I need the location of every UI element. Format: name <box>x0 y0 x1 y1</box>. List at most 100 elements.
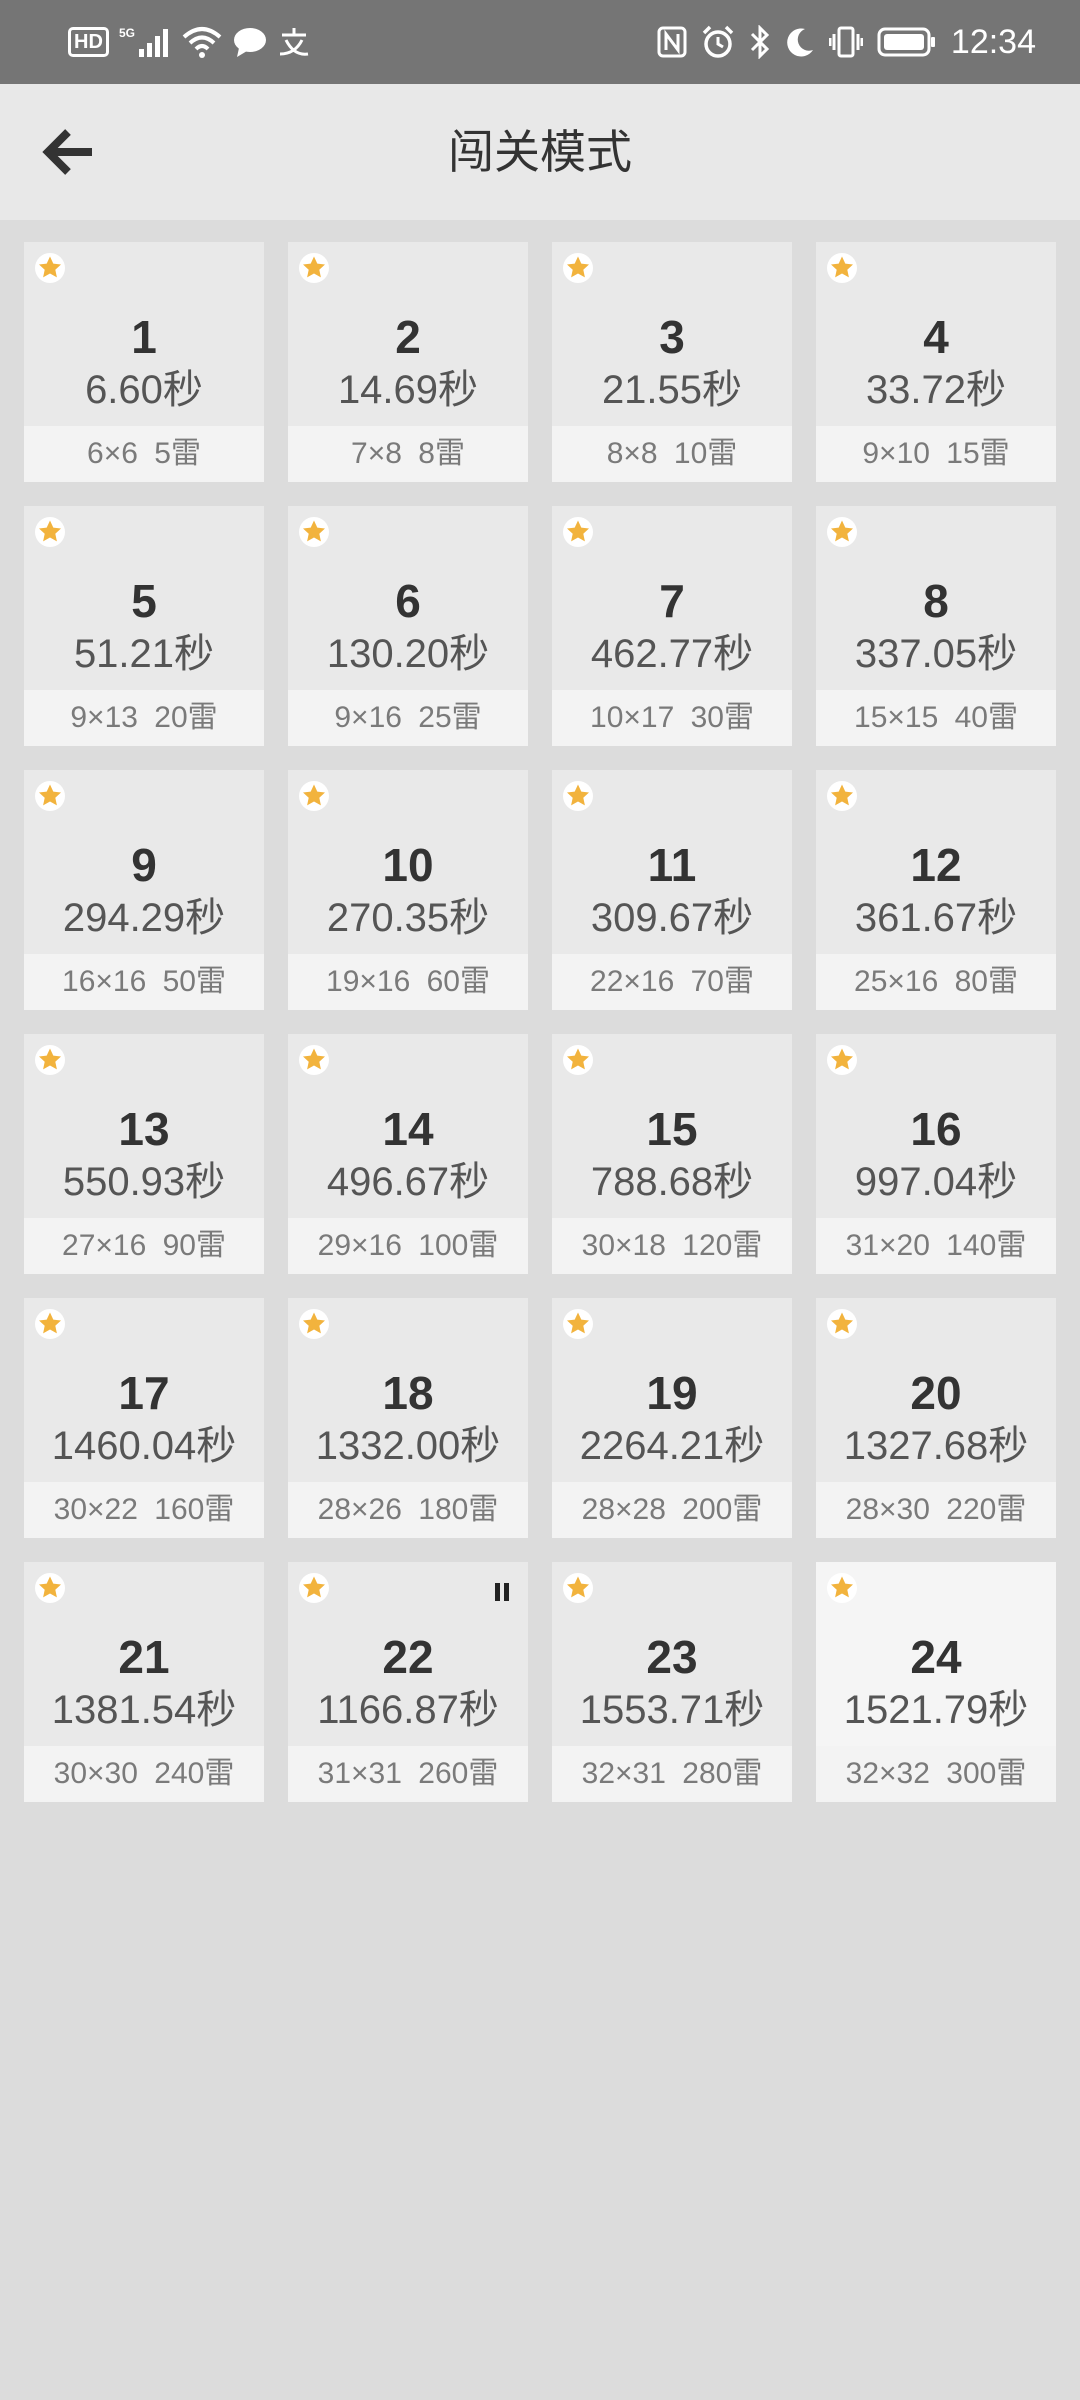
level-number: 19 <box>646 1367 698 1419</box>
level-card-19[interactable]: 19 2264.21秒 28×28 200雷 <box>552 1298 792 1538</box>
level-best-time: 1521.79秒 <box>843 1688 1029 1732</box>
level-best-time: 130.20秒 <box>326 632 490 676</box>
level-number: 21 <box>118 1631 170 1683</box>
level-number: 12 <box>910 839 962 891</box>
level-card-16[interactable]: 16 997.04秒 31×20 140雷 <box>816 1034 1056 1274</box>
level-best-time: 6.60秒 <box>85 368 203 412</box>
level-board-info: 16×16 50雷 <box>24 954 264 1010</box>
level-best-time: 2264.21秒 <box>579 1424 765 1468</box>
star-icon <box>563 517 593 547</box>
level-card-5[interactable]: 5 51.21秒 9×13 20雷 <box>24 506 264 746</box>
level-number: 10 <box>382 839 434 891</box>
star-icon <box>563 1045 593 1075</box>
level-board-info: 8×8 10雷 <box>552 426 792 482</box>
level-best-time: 270.35秒 <box>326 896 490 940</box>
level-card-17[interactable]: 17 1460.04秒 30×22 160雷 <box>24 1298 264 1538</box>
level-number: 3 <box>659 311 685 363</box>
star-icon <box>563 253 593 283</box>
star-icon <box>299 1309 329 1339</box>
level-best-time: 1553.71秒 <box>579 1688 765 1732</box>
signal-icon: 5G <box>119 25 171 59</box>
level-board-info: 10×17 30雷 <box>552 690 792 746</box>
star-icon <box>35 253 65 283</box>
star-icon <box>827 253 857 283</box>
level-card-12[interactable]: 12 361.67秒 25×16 80雷 <box>816 770 1056 1010</box>
level-board-info: 9×13 20雷 <box>24 690 264 746</box>
star-icon <box>35 1309 65 1339</box>
level-card-14[interactable]: 14 496.67秒 29×16 100雷 <box>288 1034 528 1274</box>
level-card-7[interactable]: 7 462.77秒 10×17 30雷 <box>552 506 792 746</box>
level-best-time: 309.67秒 <box>590 896 754 940</box>
level-number: 17 <box>118 1367 170 1419</box>
star-icon <box>563 1573 593 1603</box>
level-number: 5 <box>131 575 157 627</box>
level-number: 2 <box>395 311 421 363</box>
level-grid: 1 6.60秒 6×6 5雷 2 14.69秒 7×8 8雷 3 21.55秒 8×8 10雷 4… <box>24 242 1056 1802</box>
level-best-time: 1381.54秒 <box>51 1688 237 1732</box>
level-card-2[interactable]: 2 14.69秒 7×8 8雷 <box>288 242 528 482</box>
level-card-23[interactable]: 23 1553.71秒 32×31 280雷 <box>552 1562 792 1802</box>
star-icon <box>35 1045 65 1075</box>
level-board-info: 6×6 5雷 <box>24 426 264 482</box>
star-icon <box>827 1309 857 1339</box>
level-card-9[interactable]: 9 294.29秒 16×16 50雷 <box>24 770 264 1010</box>
level-board-info: 9×16 25雷 <box>288 690 528 746</box>
level-board-info: 28×30 220雷 <box>816 1482 1056 1538</box>
level-board-info: 9×10 15雷 <box>816 426 1056 482</box>
nfc-icon <box>657 26 687 58</box>
level-number: 1 <box>131 311 157 363</box>
level-best-time: 21.55秒 <box>601 368 743 412</box>
arrow-left-icon <box>42 129 92 175</box>
star-icon <box>299 1573 329 1603</box>
level-board-info: 19×16 60雷 <box>288 954 528 1010</box>
star-icon <box>35 517 65 547</box>
level-best-time: 1166.87秒 <box>317 1688 499 1732</box>
level-best-time: 294.29秒 <box>62 896 226 940</box>
level-number: 23 <box>646 1631 698 1683</box>
level-card-3[interactable]: 3 21.55秒 8×8 10雷 <box>552 242 792 482</box>
status-time: 12:34 <box>950 22 1036 61</box>
star-icon <box>299 253 329 283</box>
star-icon <box>299 781 329 811</box>
level-card-24[interactable]: 24 1521.79秒 32×32 300雷 <box>816 1562 1056 1802</box>
hd-badge: HD <box>68 27 109 57</box>
level-card-10[interactable]: 10 270.35秒 19×16 60雷 <box>288 770 528 1010</box>
alipay-icon <box>277 26 311 58</box>
level-card-18[interactable]: 18 1332.00秒 28×26 180雷 <box>288 1298 528 1538</box>
level-best-time: 1332.00秒 <box>315 1424 501 1468</box>
level-board-info: 7×8 8雷 <box>288 426 528 482</box>
level-best-time: 361.67秒 <box>854 896 1018 940</box>
page-title: 闯关模式 <box>448 126 632 178</box>
star-icon <box>35 1573 65 1603</box>
level-best-time: 337.05秒 <box>854 632 1018 676</box>
level-card-21[interactable]: 21 1381.54秒 30×30 240雷 <box>24 1562 264 1802</box>
level-card-22[interactable]: 22 1166.87秒 31×31 260雷 <box>288 1562 528 1802</box>
level-card-1[interactable]: 1 6.60秒 6×6 5雷 <box>24 242 264 482</box>
level-best-time: 462.77秒 <box>590 632 754 676</box>
level-card-11[interactable]: 11 309.67秒 22×16 70雷 <box>552 770 792 1010</box>
back-button[interactable] <box>30 112 110 192</box>
level-number: 15 <box>646 1103 698 1155</box>
level-card-4[interactable]: 4 33.72秒 9×10 15雷 <box>816 242 1056 482</box>
wifi-icon <box>181 25 223 59</box>
level-board-info: 28×28 200雷 <box>552 1482 792 1538</box>
level-board-info: 32×32 300雷 <box>816 1746 1056 1802</box>
level-card-15[interactable]: 15 788.68秒 30×18 120雷 <box>552 1034 792 1274</box>
level-board-info: 15×15 40雷 <box>816 690 1056 746</box>
star-icon <box>299 517 329 547</box>
level-card-6[interactable]: 6 130.20秒 9×16 25雷 <box>288 506 528 746</box>
level-number: 4 <box>923 311 949 363</box>
level-card-20[interactable]: 20 1327.68秒 28×30 220雷 <box>816 1298 1056 1538</box>
app-bar: 闯关模式 <box>0 84 1080 220</box>
bluetooth-icon <box>749 25 771 59</box>
level-card-13[interactable]: 13 550.93秒 27×16 90雷 <box>24 1034 264 1274</box>
star-icon <box>827 517 857 547</box>
star-icon <box>299 1045 329 1075</box>
status-bar-right: 12:34 <box>643 0 1036 84</box>
level-number: 14 <box>382 1103 434 1155</box>
status-bar-left: HD 5G <box>68 0 321 84</box>
level-number: 16 <box>910 1103 962 1155</box>
level-board-info: 31×20 140雷 <box>816 1218 1056 1274</box>
level-card-8[interactable]: 8 337.05秒 15×15 40雷 <box>816 506 1056 746</box>
level-board-info: 32×31 280雷 <box>552 1746 792 1802</box>
